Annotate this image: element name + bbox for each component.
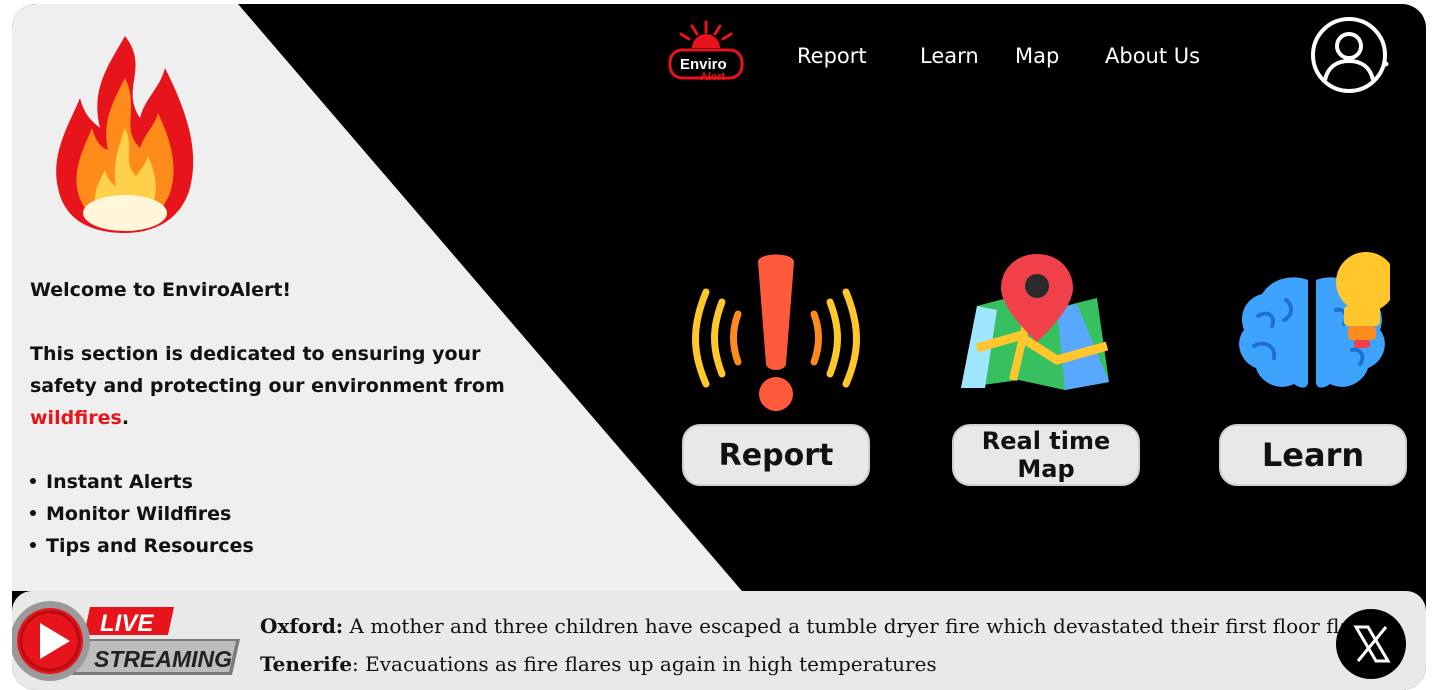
alert-icon [692,254,860,411]
nav-map[interactable]: Map [1015,44,1059,68]
nav-about-us[interactable]: About Us [1105,44,1200,68]
feature-item: Instant Alerts [30,466,510,498]
bullet-icon [30,541,36,548]
logo-text-bottom: Alert [700,71,725,83]
news-text: A mother and three children have escaped… [343,614,1366,638]
bullet-icon [30,477,36,484]
learn-button[interactable]: Learn [1219,424,1407,486]
map-pin-icon [961,254,1109,390]
news-ticker: LIVE STREAMING Oxford: A mother and thre… [12,591,1426,690]
realtime-map-button[interactable]: Real time Map [952,424,1140,486]
welcome-heading: Welcome to EnviroAlert! [30,279,292,301]
bullet-icon [30,509,36,516]
news-place: Oxford: [260,614,344,638]
streaming-text: STREAMING [94,646,232,672]
feature-list: Instant Alerts Monitor Wildfires Tips an… [30,466,510,562]
intro-text: This section is dedicated to ensuring yo… [30,343,505,397]
feature-item: Tips and Resources [30,530,510,562]
user-icon[interactable] [1308,14,1390,96]
news-place: Tenerife [260,652,353,676]
intro-text-end: . [121,407,130,429]
news-text: : Evacuations as fire flares up again in… [352,652,937,676]
brain-bulb-icon [1239,252,1390,388]
report-button[interactable]: Report [682,424,870,486]
news-item: Oxford: A mother and three children have… [260,607,1366,645]
intro-description: This section is dedicated to ensuring yo… [30,338,510,434]
live-text: LIVE [100,610,154,637]
nav-learn[interactable]: Learn [920,44,979,68]
enviroalert-logo[interactable]: Enviro Alert [664,18,748,84]
live-streaming-badge[interactable]: LIVE STREAMING [12,599,240,683]
fire-icon [56,36,194,233]
nav-report[interactable]: Report [797,44,867,68]
intro-highlight: wildfires [30,407,122,429]
news-item: Tenerife: Evacuations as fire flares up … [260,645,1366,683]
news-list: Oxford: A mother and three children have… [260,607,1366,683]
intro-section: Welcome to EnviroAlert! This section is … [30,274,510,562]
feature-item: Monitor Wildfires [30,498,510,530]
x-logo-icon[interactable] [1336,609,1406,679]
app-frame: Welcome to EnviroAlert! This section is … [12,4,1426,690]
